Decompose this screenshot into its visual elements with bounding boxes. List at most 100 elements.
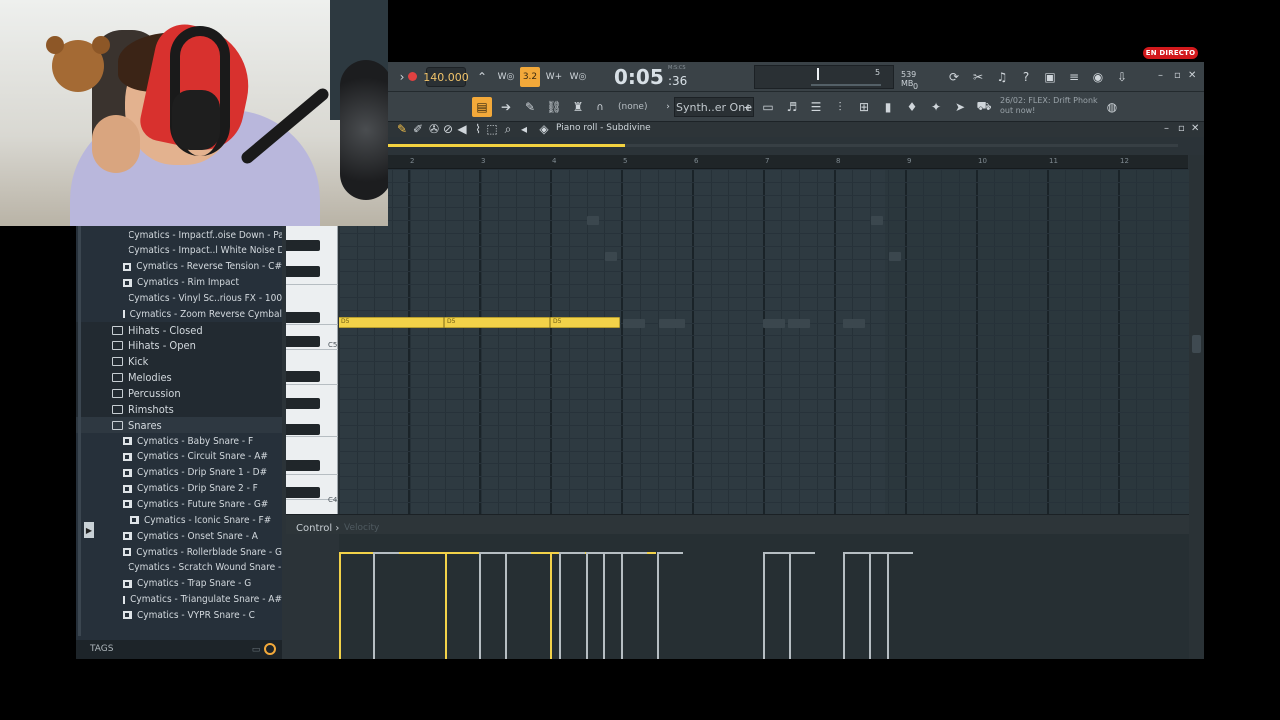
- black-key[interactable]: [286, 312, 320, 323]
- download-icon[interactable]: ⇩: [1112, 67, 1132, 87]
- browser-file[interactable]: Cymatics - Onset Snare - A: [76, 528, 282, 544]
- piano-roll-window-icon[interactable]: ♬: [782, 97, 802, 117]
- black-key[interactable]: [286, 398, 320, 409]
- browser-file[interactable]: Cymatics - Drip Snare 1 - D#: [76, 465, 282, 481]
- velocity-stem[interactable]: [843, 554, 845, 659]
- record-button[interactable]: [408, 72, 417, 81]
- browser-file[interactable]: Cymatics - Baby Snare - F: [76, 433, 282, 449]
- add-channel-icon[interactable]: +: [738, 97, 758, 117]
- microphone-icon[interactable]: ♫: [992, 67, 1012, 87]
- tags-label[interactable]: TAGS: [90, 644, 113, 654]
- browser-expand-arrow-icon[interactable]: ▶: [84, 522, 94, 538]
- stamp-icon[interactable]: ♜: [568, 97, 588, 117]
- black-key[interactable]: [286, 487, 320, 498]
- browser-file[interactable]: Cymatics - Circuit Snare - A#: [76, 449, 282, 465]
- browser-file[interactable]: Cymatics - Future Snare - G#: [76, 496, 282, 512]
- browser-file[interactable]: Cymatics - Rim Impact: [76, 275, 282, 291]
- velocity-stem[interactable]: [586, 554, 588, 659]
- close-icon[interactable]: ✕: [1188, 70, 1196, 81]
- plugin-picker-icon[interactable]: ⊞: [854, 97, 874, 117]
- browser-folder[interactable]: Rimshots: [76, 401, 282, 418]
- chat-icon[interactable]: ◉: [1088, 67, 1108, 87]
- note[interactable]: D5: [550, 317, 620, 328]
- browser-folder[interactable]: Percussion: [76, 385, 282, 402]
- timeline-ruler[interactable]: 2 3 4 5 6 7 8 9 10 11 12: [388, 155, 1188, 169]
- browser-folder[interactable]: Kick: [76, 353, 282, 370]
- note[interactable]: D5: [444, 317, 550, 328]
- master-pitch-needle[interactable]: [817, 68, 819, 80]
- vertical-scrollbar[interactable]: [1189, 155, 1204, 659]
- browser-file[interactable]: Cymatics - Impactf..oise Down - Part_1: [76, 227, 282, 243]
- arrow-right-icon[interactable]: ➔: [496, 97, 516, 117]
- send-icon[interactable]: ➤: [950, 97, 970, 117]
- help-icon[interactable]: ?: [1016, 67, 1036, 87]
- vertical-scrollbar-thumb[interactable]: [1192, 335, 1201, 353]
- browser-file[interactable]: Cymatics - Trap Snare - G: [76, 576, 282, 592]
- black-key[interactable]: [286, 240, 320, 251]
- browser-folder[interactable]: Hihats - Open: [76, 337, 282, 354]
- metronome-icon[interactable]: ⌃: [472, 67, 492, 87]
- maximize-icon[interactable]: ▫: [1174, 70, 1181, 81]
- mixer-icon[interactable]: ≡: [1064, 67, 1084, 87]
- velocity-stem[interactable]: [505, 554, 507, 659]
- pr-close-icon[interactable]: ✕: [1191, 123, 1199, 134]
- velocity-lane[interactable]: [339, 534, 1189, 659]
- velocity-stem[interactable]: [887, 554, 889, 659]
- piano-keyboard[interactable]: C5 C4: [286, 224, 338, 514]
- link-icon[interactable]: ⛓: [544, 97, 564, 117]
- browser-file[interactable]: Cymatics - VYPR Snare - C: [76, 607, 282, 623]
- pattern-mode-button[interactable]: 3.2: [520, 67, 540, 87]
- velocity-stem[interactable]: [445, 554, 447, 659]
- pencil-icon[interactable]: ✎: [520, 97, 540, 117]
- plugin-icon[interactable]: ♦: [902, 97, 922, 117]
- snap-select[interactable]: (none): [618, 102, 647, 112]
- folder-icon[interactable]: ▭: [246, 640, 266, 660]
- control-selector[interactable]: Control ›: [296, 523, 339, 534]
- velocity-stem[interactable]: [789, 554, 791, 659]
- browser-folder[interactable]: Melodies: [76, 369, 282, 386]
- velocity-stem[interactable]: [869, 554, 871, 659]
- velocity-stem[interactable]: [657, 554, 659, 659]
- globe-icon[interactable]: ◍: [1102, 97, 1122, 117]
- refresh-icon[interactable]: ⟳: [944, 67, 964, 87]
- note[interactable]: D5: [339, 317, 444, 328]
- piano-roll-button[interactable]: ▤: [472, 97, 492, 117]
- pr-minimize-icon[interactable]: –: [1164, 123, 1169, 134]
- pr-maximize-icon[interactable]: ▫: [1178, 123, 1185, 134]
- step-edit-icon[interactable]: W+: [544, 67, 564, 87]
- mixer-window-icon[interactable]: ⫶: [830, 97, 850, 117]
- minimize-icon[interactable]: –: [1158, 70, 1163, 81]
- browser-file[interactable]: Cymatics - Scratch Wound Snare - F: [76, 560, 282, 576]
- browser-file[interactable]: Cymatics - Triangulate Snare - A#: [76, 592, 282, 608]
- shop-cart-icon[interactable]: ⛟: [974, 97, 994, 117]
- time-display[interactable]: 0:05: [614, 65, 714, 89]
- wait-record-icon[interactable]: W◎: [496, 67, 516, 87]
- browser-folder[interactable]: Hihats - Closed: [76, 322, 282, 339]
- velocity-stem[interactable]: [479, 554, 481, 659]
- playlist-icon[interactable]: ▭: [758, 97, 778, 117]
- save-icon[interactable]: ▣: [1040, 67, 1060, 87]
- mic-window-icon[interactable]: ✦: [926, 97, 946, 117]
- browser-file[interactable]: Cymatics - Drip Snare 2 - F: [76, 481, 282, 497]
- velocity-stem[interactable]: [603, 554, 605, 659]
- browser-file[interactable]: Cymatics - Vinyl Sc..rious FX - 100 BPM: [76, 290, 282, 306]
- browser-file[interactable]: Cymatics - Reverse Tension - C#: [76, 259, 282, 275]
- velocity-stem[interactable]: [559, 554, 561, 659]
- loop-record-icon[interactable]: W◎: [568, 67, 588, 87]
- velocity-stem[interactable]: [621, 554, 623, 659]
- black-key[interactable]: [286, 266, 320, 277]
- velocity-stem[interactable]: [550, 554, 552, 659]
- black-key[interactable]: [286, 336, 320, 347]
- velocity-stem[interactable]: [339, 554, 341, 659]
- playback-tool-icon[interactable]: ◂: [514, 119, 534, 139]
- browser-file[interactable]: Cymatics - Iconic Snare - F#: [76, 512, 282, 528]
- black-key[interactable]: [286, 424, 320, 435]
- note-grid[interactable]: D5 D5 D5: [339, 169, 1189, 514]
- black-key[interactable]: [286, 371, 320, 382]
- velocity-stem[interactable]: [763, 554, 765, 659]
- black-key[interactable]: [286, 460, 320, 471]
- browser-folder[interactable]: Snares: [76, 417, 282, 434]
- browser-window-icon[interactable]: ▮: [878, 97, 898, 117]
- browser-file[interactable]: Cymatics - Rollerblade Snare - G: [76, 544, 282, 560]
- browser-file[interactable]: Cymatics - Impact..l White Noise Down: [76, 243, 282, 259]
